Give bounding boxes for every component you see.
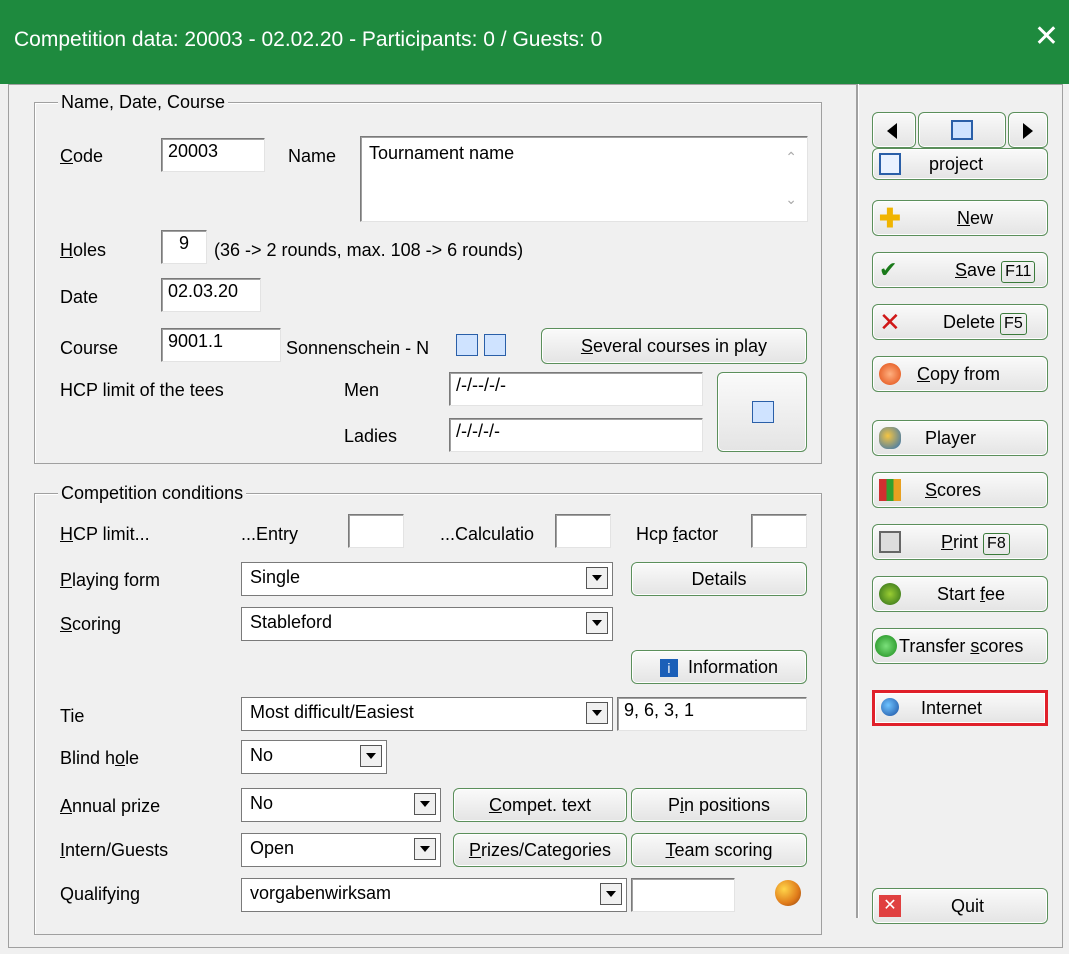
copy-from-button[interactable]: Copy from (872, 356, 1048, 392)
title-bar: Competition data: 20003 - 02.02.20 - Par… (0, 0, 1069, 84)
close-icon[interactable]: ✕ (1034, 22, 1059, 52)
chevron-down-icon (586, 612, 608, 634)
project-icon (879, 153, 901, 175)
holes-note: (36 -> 2 rounds, max. 108 -> 6 rounds) (214, 240, 524, 260)
arrow-left-icon (887, 123, 897, 139)
globe-icon (881, 698, 899, 716)
pin-positions-button[interactable]: Pin positions (631, 788, 807, 822)
several-courses-button[interactable]: Several courses in play (541, 328, 807, 364)
date-field[interactable]: 02.03.20 (161, 278, 261, 312)
group-title: Competition conditions (58, 483, 247, 504)
tie-label: Tie (60, 706, 85, 726)
transfer-scores-button[interactable]: Transfer scores (872, 628, 1048, 664)
holes-field[interactable]: 9 (161, 230, 207, 264)
chevron-down-icon (414, 838, 436, 860)
delete-button[interactable]: ✕ Delete F5 (872, 304, 1048, 340)
copy-icon (879, 363, 901, 385)
print-icon (951, 120, 973, 140)
start-fee-button[interactable]: Start fee (872, 576, 1048, 612)
course-name: Sonnenschein - N (286, 338, 430, 358)
project-button[interactable]: project (872, 148, 1048, 180)
checkmark-icon: ✔ (879, 257, 898, 282)
search-icon[interactable] (484, 334, 506, 356)
transfer-icon (875, 635, 897, 657)
search-icon (752, 401, 774, 423)
scores-chart-icon (879, 479, 901, 501)
course-label: Course (60, 338, 119, 358)
blind-hole-label: Blind hole (60, 748, 140, 768)
name-text: Tournament name (369, 143, 515, 163)
quit-button[interactable]: ✕ Quit (872, 888, 1048, 924)
print-record-button[interactable] (918, 112, 1006, 148)
compet-text-button[interactable]: Compet. text (453, 788, 627, 822)
window-title: Competition data: 20003 - 02.02.20 - Par… (14, 28, 603, 51)
scroll-down-icon[interactable]: ⌄ (785, 191, 797, 208)
money-icon (879, 583, 901, 605)
name-field[interactable]: Tournament name ⌃ ⌄ (360, 136, 808, 222)
calculation-field[interactable] (555, 514, 611, 548)
group-title: Name, Date, Course (58, 92, 229, 113)
printer-icon (879, 531, 901, 553)
arrow-right-icon (1023, 123, 1033, 139)
prizes-categories-button[interactable]: Prizes/Categories (453, 833, 627, 867)
holes-label: Holes (60, 240, 107, 260)
annual-prize-label: Annual prize (60, 796, 161, 816)
prev-record-button[interactable] (872, 112, 916, 148)
qualifying-select[interactable]: vorgabenwirksam (241, 878, 627, 912)
internet-button[interactable]: Internet (872, 690, 1048, 726)
playing-form-label: Playing form (60, 570, 161, 590)
scores-button[interactable]: Scores (872, 472, 1048, 508)
code-label: Code (60, 146, 104, 166)
print-button[interactable]: Print F8 (872, 524, 1048, 560)
scoring-select[interactable]: Stableford (241, 607, 613, 641)
delete-x-icon: ✕ (879, 307, 901, 337)
entry-field[interactable] (348, 514, 404, 548)
print-icon[interactable] (456, 334, 478, 356)
info-icon: i (659, 659, 678, 678)
hcp-tees-label: HCP limit of the tees (60, 380, 224, 400)
next-record-button[interactable] (1008, 112, 1048, 148)
intern-guests-label: Intern/Guests (60, 840, 169, 860)
qualifying-label: Qualifying (60, 884, 141, 904)
scoring-label: Scoring (60, 614, 122, 634)
entry-label: ...Entry (241, 524, 299, 544)
men-field[interactable]: /-/--/-/- (449, 372, 703, 406)
calculation-label: ...Calculatio (440, 524, 535, 544)
chevron-down-icon (360, 745, 382, 767)
name-label: Name (288, 146, 337, 166)
scroll-up-icon[interactable]: ⌃ (785, 149, 797, 166)
new-button[interactable]: ✚ New (872, 200, 1048, 236)
code-field[interactable]: 20003 (161, 138, 265, 172)
qualifying-extra-field[interactable] (631, 878, 735, 912)
chevron-down-icon (586, 702, 608, 724)
hcp-factor-label: Hcp factor (636, 524, 719, 544)
blind-hole-select[interactable]: No (241, 740, 387, 774)
chevron-down-icon (414, 793, 436, 815)
team-scoring-button[interactable]: Team scoring (631, 833, 807, 867)
palette-icon[interactable] (775, 880, 801, 906)
information-button[interactable]: i Information (631, 650, 807, 684)
tie-holes-field[interactable]: 9, 6, 3, 1 (617, 697, 807, 731)
chevron-down-icon (586, 567, 608, 589)
hcp-factor-field[interactable] (751, 514, 807, 548)
hcp-limit-label: HCP limit... (60, 524, 150, 544)
details-button[interactable]: Details (631, 562, 807, 596)
chevron-down-icon (600, 883, 622, 905)
save-button[interactable]: ✔ Save F11 (872, 252, 1048, 288)
ladies-field[interactable]: /-/-/-/- (449, 418, 703, 452)
date-label: Date (60, 287, 99, 307)
annual-prize-select[interactable]: No (241, 788, 441, 822)
course-field[interactable]: 9001.1 (161, 328, 281, 362)
players-icon (879, 427, 901, 449)
ladies-label: Ladies (344, 426, 398, 446)
playing-form-select[interactable]: Single (241, 562, 613, 596)
tees-search-button[interactable] (717, 372, 807, 452)
plus-icon: ✚ (879, 203, 901, 233)
sidebar-divider (856, 84, 859, 918)
player-button[interactable]: Player (872, 420, 1048, 456)
men-label: Men (344, 380, 380, 400)
tie-select[interactable]: Most difficult/Easiest (241, 697, 613, 731)
quit-icon: ✕ (879, 895, 901, 917)
intern-guests-select[interactable]: Open (241, 833, 441, 867)
